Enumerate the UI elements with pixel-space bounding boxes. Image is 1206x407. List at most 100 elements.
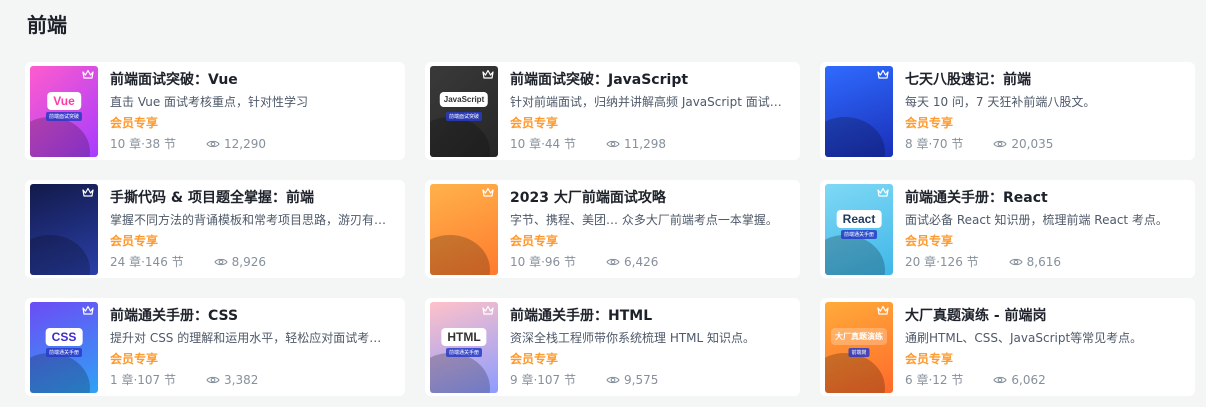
course-title[interactable]: 前端通关手册：React [905,189,1183,207]
course-title[interactable]: 手撕代码 & 项目题全掌握：前端 [110,189,393,207]
course-description: 每天 10 问，7 天狂补前端八股文。 [905,95,1096,109]
cover-decoration [430,235,490,275]
vip-label: 会员专享 [110,116,159,130]
cover-tag: 前端通关手册 [45,348,83,357]
view-count: 9,575 [606,372,658,388]
course-card[interactable]: 手撕代码 & 项目题全掌握：前端 掌握不同方法的背诵模板和常考项目思路，游刃有余地… [25,180,405,278]
crown-icon [482,187,494,197]
view-count: 3,382 [206,372,258,388]
view-count: 6,062 [993,372,1046,388]
view-count: 8,926 [214,254,266,270]
course-cover[interactable] [430,184,498,275]
course-description: 直击 Vue 面试考核重点，针对性学习 [110,95,309,109]
course-card[interactable]: CSS 前端通关手册 前端通关手册：CSS 提升对 CSS 的理解和运用水平，轻松应对… [25,298,405,396]
cover-decoration [30,353,90,393]
crown-icon [877,69,889,79]
chapter-count: 6 章 [905,373,929,387]
view-number: 9,575 [624,373,659,387]
course-cover[interactable]: CSS 前端通关手册 [30,302,98,393]
course-description: 通刷HTML、CSS、JavaScript等常见考点。 [905,331,1143,345]
section-count: 107 节 [137,373,177,387]
section-count: 96 节 [544,255,577,269]
cover-badge: HTML [441,328,487,346]
eye-icon [606,376,620,384]
cover-decoration [825,353,885,393]
view-count: 6,426 [606,254,658,270]
course-meta: 1 章 · 107 节 3,382 [110,372,393,388]
course-title[interactable]: 七天八股速记：前端 [905,71,1183,89]
course-card[interactable]: HTML 前端通关手册 前端通关手册：HTML 资深全栈工程师带你系统梳理 HTML … [425,298,800,396]
course-card[interactable]: Vue 前端面试突破 前端面试突破：Vue 直击 Vue 面试考核重点，针对性学习 会员… [25,62,405,160]
course-meta: 20 章 · 126 节 8,616 [905,254,1183,270]
course-meta: 24 章 · 146 节 8,926 [110,254,393,270]
course-card[interactable]: 2023 大厂前端面试攻略 字节、携程、美团… 众多大厂前端考点一本掌握。 会员专享… [425,180,800,278]
course-card[interactable]: JavaScript 前端面试突破 前端面试突破：JavaScript 针对前端面试，… [425,62,800,160]
chapter-count: 9 章 [510,373,534,387]
cover-decoration [30,235,90,275]
course-card[interactable]: React 前端通关手册 前端通关手册：React 面试必备 React 知识册，梳理… [820,180,1195,278]
chapter-count: 10 章 [110,137,142,151]
chapter-count: 24 章 [110,255,142,269]
course-info: 大厂真题演练 - 前端岗 通刷HTML、CSS、JavaScript等常见考点。会… [905,307,1183,388]
vip-label: 会员专享 [905,234,954,248]
course-card[interactable]: 大厂真题演练 前端岗 大厂真题演练 - 前端岗 通刷HTML、CSS、JavaScri… [820,298,1195,396]
eye-icon [606,258,620,266]
crown-icon [482,305,494,315]
cover-badge: 大厂真题演练 [831,328,887,345]
eye-icon [206,140,220,148]
view-count: 11,298 [606,136,666,152]
cover-decoration [825,235,885,275]
chapter-count: 8 章 [905,137,929,151]
view-number: 3,382 [224,373,259,387]
cover-tag: 前端岗 [848,348,870,357]
course-card[interactable]: 七天八股速记：前端 每天 10 问，7 天狂补前端八股文。 会员专享 8 章 · 70… [820,62,1195,160]
course-title[interactable]: 2023 大厂前端面试攻略 [510,189,788,207]
course-cover[interactable] [30,184,98,275]
section-count: 12 节 [932,373,964,387]
crown-icon [82,305,94,315]
crown-icon [877,187,889,197]
view-number: 8,926 [231,255,267,269]
course-meta: 8 章 · 70 节 20,035 [905,136,1183,152]
course-title[interactable]: 前端面试突破：JavaScript [510,71,788,89]
chapter-count: 10 章 [510,137,542,151]
section-title: 前端 [27,13,67,37]
chapter-count: 10 章 [510,255,542,269]
course-description: 面试必备 React 知识册，梳理前端 React 考点。 [905,213,1168,227]
course-cover[interactable]: HTML 前端通关手册 [430,302,498,393]
vip-label: 会员专享 [510,116,559,130]
view-number: 20,035 [1011,137,1054,151]
view-count: 12,290 [206,136,266,152]
cover-badge: CSS [45,328,83,346]
course-cover[interactable]: Vue 前端面试突破 [30,66,98,157]
course-info: 前端面试突破：JavaScript 针对前端面试，归纳并讲解高频 JavaScri… [510,71,788,152]
cover-decoration [430,353,490,393]
cover-tag: 前端通关手册 [840,230,878,239]
vip-label: 会员专享 [510,352,559,366]
cover-badge: Vue [47,92,81,110]
course-title[interactable]: 前端通关手册：HTML [510,307,788,325]
eye-icon [1009,258,1023,266]
cover-decoration [430,117,490,157]
course-meta: 10 章 · 96 节 6,426 [510,254,788,270]
course-title[interactable]: 前端通关手册：CSS [110,307,393,325]
course-description: 字节、携程、美团… 众多大厂前端考点一本掌握。 [510,213,778,227]
course-title[interactable]: 大厂真题演练 - 前端岗 [905,307,1183,325]
course-cover[interactable]: 大厂真题演练 前端岗 [825,302,893,393]
course-info: 七天八股速记：前端 每天 10 问，7 天狂补前端八股文。 会员专享 8 章 · 70… [905,71,1183,152]
eye-icon [606,140,620,148]
crown-icon [877,305,889,315]
course-description: 资深全栈工程师带你系统梳理 HTML 知识点。 [510,331,756,345]
course-meta: 10 章 · 44 节 11,298 [510,136,788,152]
view-number: 6,426 [624,255,659,269]
section-count: 146 节 [144,255,184,269]
course-cover[interactable]: JavaScript 前端面试突破 [430,66,498,157]
eye-icon [206,376,220,384]
course-cover[interactable] [825,66,893,157]
view-number: 11,298 [624,137,667,151]
cover-tag: 前端面试突破 [45,112,83,121]
course-title[interactable]: 前端面试突破：Vue [110,71,393,89]
course-meta: 10 章 · 38 节 12,290 [110,136,393,152]
course-cover[interactable]: React 前端通关手册 [825,184,893,275]
course-description: 针对前端面试，归纳并讲解高频 JavaScript 面试题， [510,95,788,109]
